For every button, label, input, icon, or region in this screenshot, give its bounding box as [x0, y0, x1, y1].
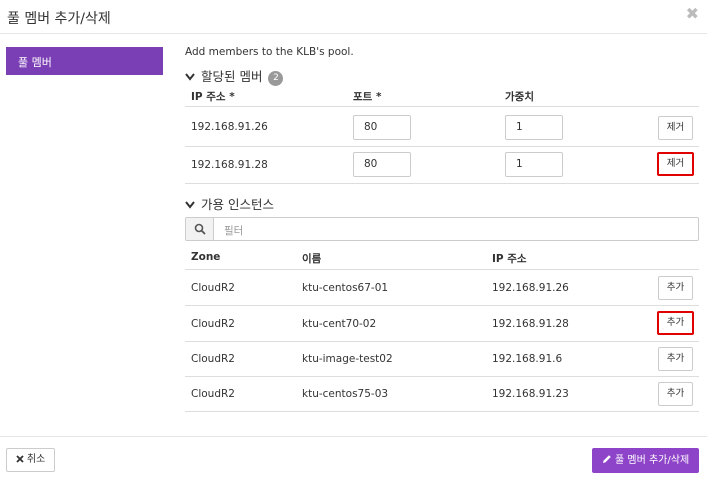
- weight-input[interactable]: 1: [505, 152, 563, 177]
- table-row: 192.168.91.26 80 1 제거: [185, 107, 699, 147]
- modal-footer: 취소 풀 멤버 추가/삭제: [0, 436, 707, 479]
- header-port: 포트 *: [353, 91, 382, 103]
- remove-button[interactable]: 제거: [658, 116, 693, 140]
- search-icon: [186, 218, 214, 240]
- header-zone: Zone: [191, 251, 221, 263]
- weight-input[interactable]: 1: [505, 115, 563, 140]
- table-row: CloudR2 ktu-centos67-01 192.168.91.26 추가: [185, 270, 699, 306]
- count-badge: 2: [268, 71, 284, 86]
- table-row: 192.168.91.28 80 1 제거: [185, 147, 699, 184]
- submit-label: 풀 멤버 추가/삭제: [615, 455, 690, 466]
- header-ip: IP 주소 *: [191, 91, 235, 103]
- instance-zone: CloudR2: [191, 318, 235, 330]
- available-instances-title: 가용 인스턴스: [200, 197, 274, 212]
- description-text: Add members to the KLB's pool.: [185, 46, 354, 58]
- chevron-down-icon: [185, 201, 197, 212]
- instance-zone: CloudR2: [191, 388, 235, 400]
- member-ip: 192.168.91.26: [191, 121, 268, 133]
- close-icon[interactable]: ✖: [686, 4, 699, 23]
- port-input[interactable]: 80: [353, 115, 411, 140]
- instance-ip: 192.168.91.26: [492, 282, 569, 294]
- assigned-members-title: 할당된 멤버: [200, 69, 263, 84]
- cancel-label: 취소: [26, 454, 46, 465]
- header-ip: IP 주소: [492, 253, 527, 265]
- assigned-members-heading[interactable]: 할당된 멤버 2: [185, 66, 284, 86]
- cancel-button[interactable]: 취소: [6, 448, 55, 472]
- available-instances-heading[interactable]: 가용 인스턴스: [185, 194, 274, 213]
- filter-input[interactable]: 필터: [224, 223, 243, 238]
- instance-ip: 192.168.91.23: [492, 388, 569, 400]
- add-button[interactable]: 추가: [658, 347, 693, 371]
- chevron-down-icon: [185, 73, 197, 84]
- add-button[interactable]: 추가: [658, 382, 693, 406]
- header-name: 이름: [302, 253, 322, 265]
- modal-header: 풀 멤버 추가/삭제 ✖: [0, 0, 707, 34]
- x-icon: [16, 455, 24, 463]
- instance-ip: 192.168.91.6: [492, 353, 563, 365]
- instance-name: ktu-image-test02: [302, 353, 393, 365]
- instance-name: ktu-centos75-03: [302, 388, 389, 400]
- header-weight: 가중치: [505, 91, 534, 103]
- modal-title: 풀 멤버 추가/삭제: [7, 11, 111, 27]
- filter-field[interactable]: 필터: [185, 217, 699, 241]
- remove-button[interactable]: 제거: [657, 152, 694, 176]
- instance-name: ktu-centos67-01: [302, 282, 389, 294]
- assigned-table-header: IP 주소 * 포트 * 가중치: [185, 85, 699, 107]
- port-input[interactable]: 80: [353, 152, 411, 177]
- instance-zone: CloudR2: [191, 353, 235, 365]
- available-table-header: Zone 이름 IP 주소: [185, 247, 699, 270]
- submit-button[interactable]: 풀 멤버 추가/삭제: [592, 448, 699, 473]
- instance-name: ktu-cent70-02: [302, 318, 377, 330]
- add-button[interactable]: 추가: [658, 276, 693, 300]
- add-button[interactable]: 추가: [657, 311, 694, 335]
- pencil-icon: [602, 455, 611, 463]
- sidebar-item-pool-members[interactable]: 풀 멤버: [6, 47, 163, 75]
- table-row: CloudR2 ktu-centos75-03 192.168.91.23 추가: [185, 377, 699, 412]
- instance-ip: 192.168.91.28: [492, 318, 569, 330]
- table-row: CloudR2 ktu-image-test02 192.168.91.6 추가: [185, 342, 699, 377]
- member-ip: 192.168.91.28: [191, 159, 268, 171]
- instance-zone: CloudR2: [191, 282, 235, 294]
- table-row: CloudR2 ktu-cent70-02 192.168.91.28 추가: [185, 306, 699, 342]
